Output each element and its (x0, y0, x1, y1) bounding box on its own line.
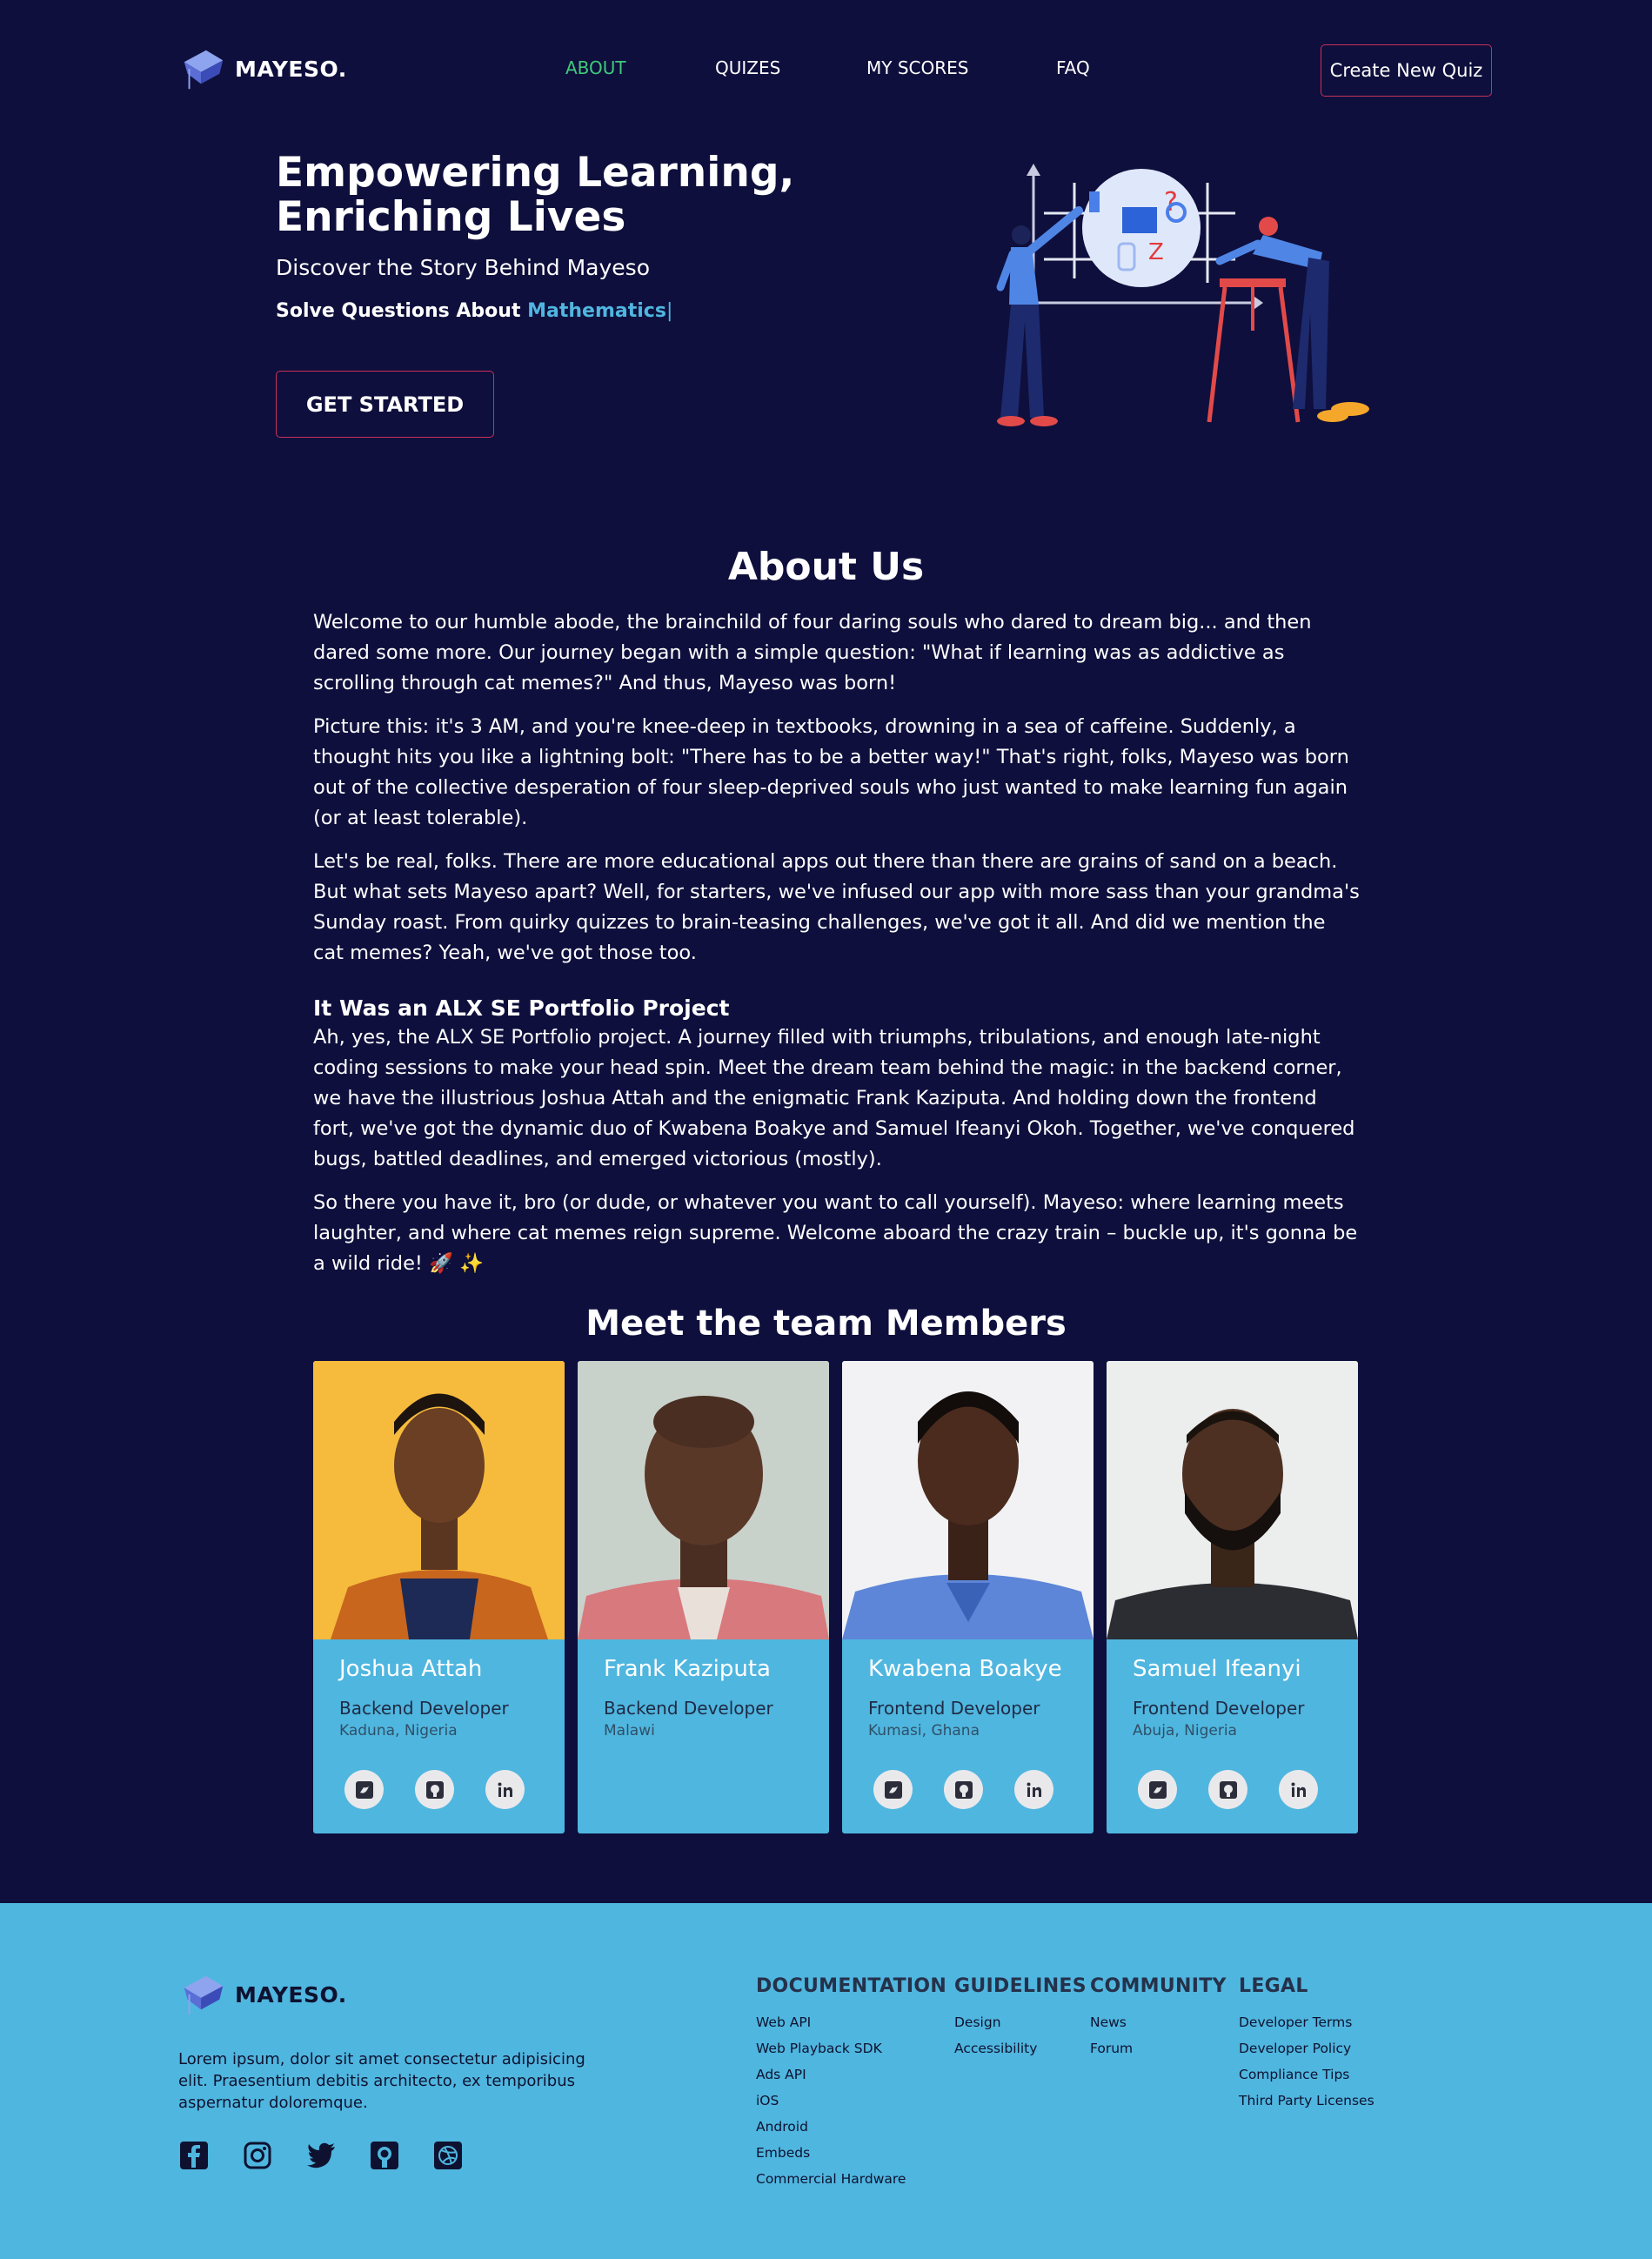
footer-description: Lorem ipsum, dolor sit amet consectetur … (178, 2050, 585, 2112)
nav-link-my-scores[interactable]: MY SCORES (866, 57, 968, 78)
hero-solve-line: Solve Questions About Mathematics| (276, 300, 672, 322)
about-title: About Us (727, 545, 925, 589)
nav-link-quizes[interactable]: QUIZES (715, 57, 780, 78)
member-photo (313, 1361, 565, 1639)
footer-link[interactable]: Third Party Licenses (1239, 2088, 1374, 2114)
about-body: Welcome to our humble abode, the brainch… (313, 607, 1361, 1292)
footer-link[interactable]: Compliance Tips (1239, 2061, 1374, 2088)
member-socials (344, 1770, 525, 1809)
member-location: Kumasi, Ghana (868, 1722, 980, 1739)
footer-column-title: GUIDELINES (954, 1975, 1087, 1997)
member-location: Kaduna, Nigeria (339, 1722, 458, 1739)
graduation-cap-icon (184, 1975, 224, 2015)
footer-column-legal: LEGAL Developer Terms Developer Policy C… (1239, 1975, 1374, 2114)
github-icon[interactable] (415, 1770, 454, 1809)
footer-brand-name: MAYESO. (235, 1981, 347, 2008)
footer-link[interactable]: Forum (1090, 2035, 1227, 2061)
hero-title: Empowering Learning, Enriching Lives (276, 149, 795, 241)
footer-column-title: DOCUMENTATION (756, 1975, 947, 1997)
footer-column-title: COMMUNITY (1090, 1975, 1227, 1997)
footer-link[interactable]: Embeds (756, 2140, 946, 2166)
footer-brand-logo[interactable]: MAYESO. (177, 1969, 347, 2020)
member-location: Abuja, Nigeria (1133, 1722, 1237, 1739)
github-icon[interactable] (369, 2140, 400, 2171)
team-cards: Joshua Attah Backend Developer Kaduna, N… (313, 1361, 1358, 1833)
linkedin-icon[interactable] (485, 1770, 525, 1809)
linkedin-icon[interactable] (1279, 1770, 1318, 1809)
footer-link[interactable]: Android (756, 2114, 946, 2140)
footer-column-community: COMMUNITY News Forum (1090, 1975, 1227, 2061)
twitter-icon[interactable] (344, 1770, 384, 1809)
footer-column-title: LEGAL (1239, 1975, 1308, 1997)
member-photo (842, 1361, 1094, 1639)
footer-column-guidelines: GUIDELINES Design Accessibility (954, 1975, 1087, 2061)
about-paragraph: Let's be real, folks. There are more edu… (313, 850, 1360, 964)
footer-link[interactable]: Developer Policy (1239, 2035, 1374, 2061)
hero-subtitle: Discover the Story Behind Mayeso (276, 255, 650, 280)
twitter-icon[interactable] (1138, 1770, 1177, 1809)
nav-link-faq[interactable]: FAQ (1056, 57, 1090, 78)
footer-link[interactable]: Web API (756, 2009, 946, 2035)
member-name: Samuel Ifeanyi (1133, 1656, 1301, 1682)
footer-link[interactable]: Developer Terms (1239, 2009, 1374, 2035)
team-title: Meet the team Members (585, 1304, 1067, 1344)
footer-column-documentation: DOCUMENTATION Web API Web Playback SDK A… (756, 1975, 946, 2192)
member-photo (1107, 1361, 1358, 1639)
nav-link-about[interactable]: ABOUT (565, 57, 626, 78)
about-paragraph: Welcome to our humble abode, the brainch… (313, 611, 1312, 694)
footer: MAYESO. Lorem ipsum, dolor sit amet cons… (0, 1903, 1652, 2259)
facebook-icon[interactable] (178, 2140, 210, 2171)
member-location: Malawi (604, 1722, 655, 1739)
hero-solve-subject: Mathematics (527, 300, 666, 322)
twitter-icon[interactable] (305, 2140, 337, 2171)
get-started-button[interactable]: GET STARTED (276, 371, 494, 438)
footer-link[interactable]: Commercial Hardware (756, 2166, 946, 2192)
member-name: Frank Kaziputa (604, 1656, 771, 1682)
team-card: Samuel Ifeanyi Frontend Developer Abuja,… (1107, 1361, 1358, 1833)
hero-solve-prefix: Solve Questions About (276, 300, 528, 322)
member-role: Frontend Developer (868, 1698, 1040, 1719)
create-new-quiz-button[interactable]: Create New Quiz (1321, 44, 1492, 97)
member-role: Backend Developer (339, 1698, 509, 1719)
member-name: Joshua Attah (339, 1656, 483, 1682)
about-paragraph: So there you have it, bro (or dude, or w… (313, 1191, 1358, 1275)
github-icon[interactable] (944, 1770, 983, 1809)
instagram-icon[interactable] (242, 2140, 273, 2171)
about-paragraph: Picture this: it's 3 AM, and you're knee… (313, 715, 1349, 829)
footer-social-links (178, 2140, 464, 2171)
svg-text:Z: Z (1148, 239, 1164, 265)
top-nav: MAYESO. ABOUT QUIZES MY SCORES FAQ Creat… (0, 0, 1652, 139)
dribbble-icon[interactable] (432, 2140, 464, 2171)
footer-link[interactable]: Design (954, 2009, 1087, 2035)
footer-link[interactable]: News (1090, 2009, 1227, 2035)
typing-cursor: | (665, 300, 673, 322)
member-role: Frontend Developer (1133, 1698, 1305, 1719)
footer-link[interactable]: iOS (756, 2088, 946, 2114)
about-paragraph: Ah, yes, the ALX SE Portfolio project. A… (313, 1026, 1355, 1170)
hero-illustration: ? Z (996, 164, 1369, 426)
github-icon[interactable] (1208, 1770, 1247, 1809)
linkedin-icon[interactable] (1014, 1770, 1053, 1809)
team-card: Frank Kaziputa Backend Developer Malawi (578, 1361, 829, 1833)
member-socials (873, 1770, 1053, 1809)
twitter-icon[interactable] (873, 1770, 913, 1809)
team-card: Kwabena Boakye Frontend Developer Kumasi… (842, 1361, 1094, 1833)
footer-link[interactable]: Web Playback SDK (756, 2035, 946, 2061)
member-role: Backend Developer (604, 1698, 773, 1719)
member-name: Kwabena Boakye (868, 1656, 1062, 1682)
footer-link[interactable]: Accessibility (954, 2035, 1087, 2061)
portfolio-subheading: It Was an ALX SE Portfolio Project (313, 995, 730, 1021)
footer-link[interactable]: Ads API (756, 2061, 946, 2088)
team-card: Joshua Attah Backend Developer Kaduna, N… (313, 1361, 565, 1833)
member-photo (578, 1361, 829, 1639)
member-socials (1138, 1770, 1318, 1809)
